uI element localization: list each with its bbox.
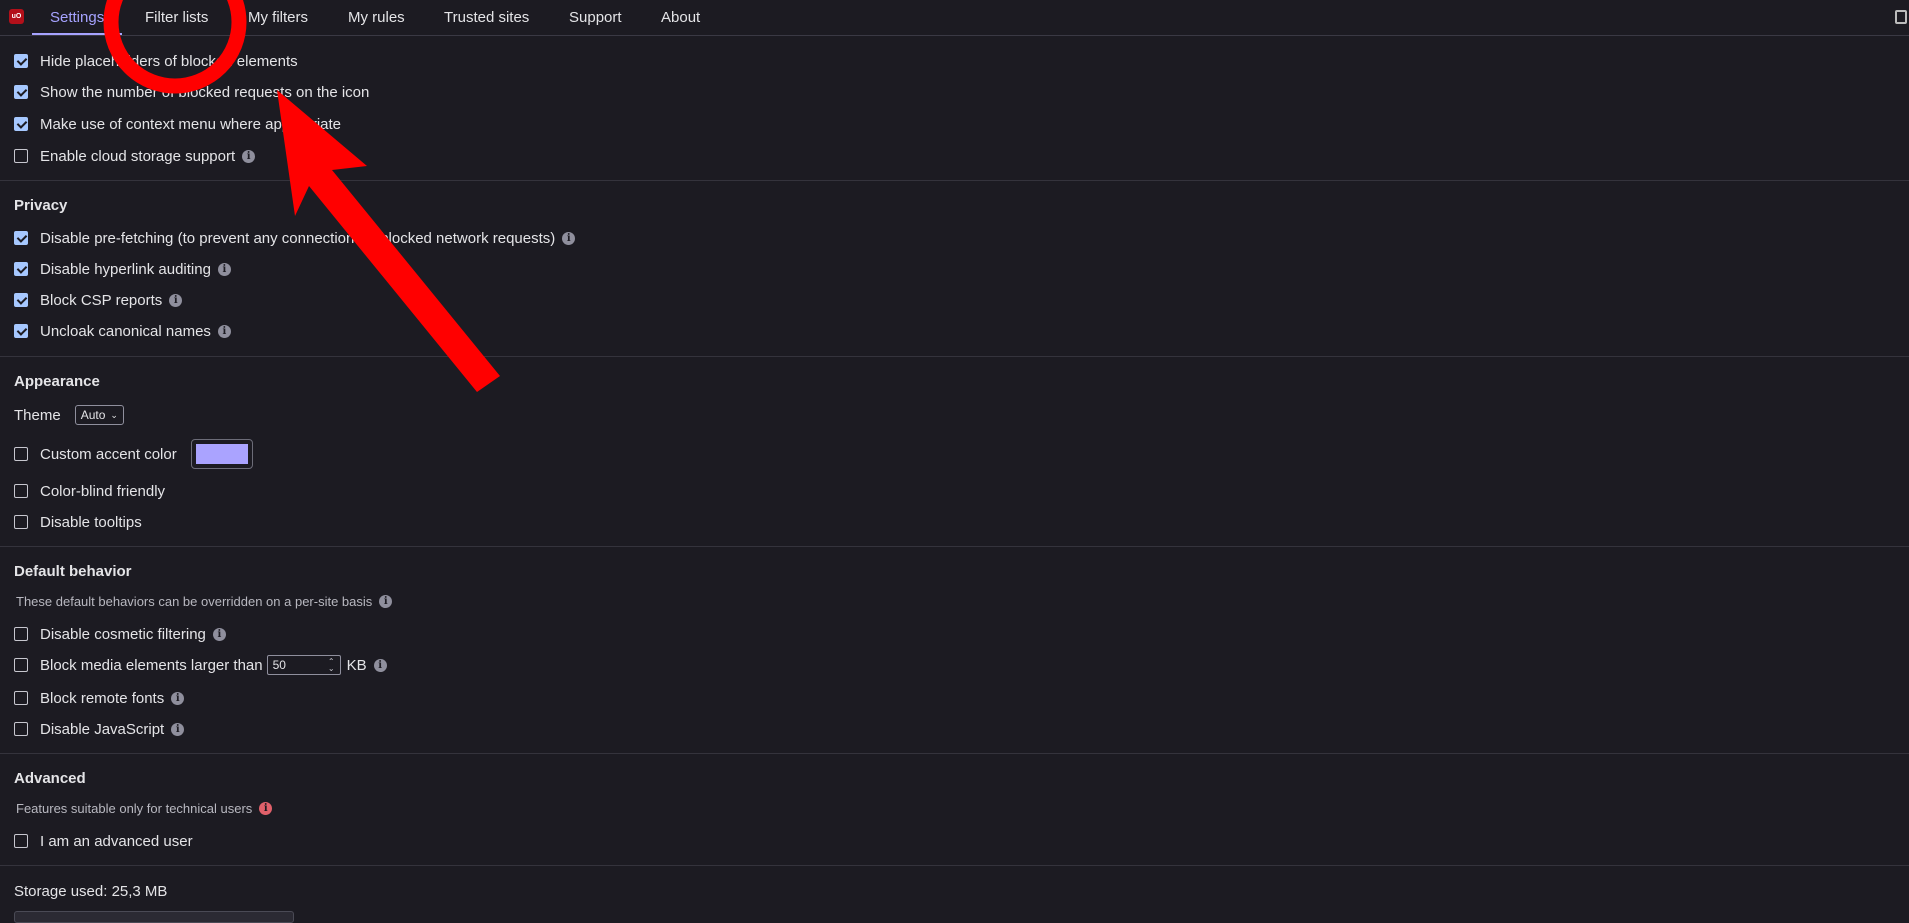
annotation-arrow [277,90,500,392]
annotation-circle [103,0,247,94]
annotation-overlay [103,0,500,392]
